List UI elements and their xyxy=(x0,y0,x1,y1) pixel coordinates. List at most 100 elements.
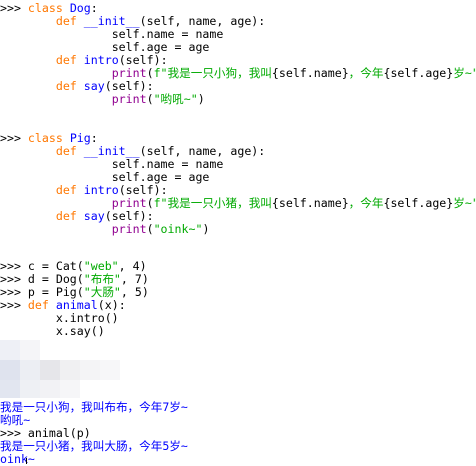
keyword-def: def xyxy=(55,15,77,28)
prompt: >>> xyxy=(0,299,28,312)
keyword-def: def xyxy=(27,299,49,312)
keyword-class: class xyxy=(27,132,63,145)
say-args: (self): xyxy=(104,80,154,93)
assign-age: self.age = age xyxy=(111,41,210,54)
string-literal: "哟吼~" xyxy=(153,93,198,106)
code-line-pig-assign-age: self.age = age xyxy=(0,171,476,184)
func-name-intro: intro xyxy=(83,184,119,197)
blur-block xyxy=(20,380,40,398)
builtin-print: print xyxy=(111,67,147,80)
redacted-region xyxy=(0,340,190,398)
output-dog-intro: 我是一只小狗，我叫布布，今年7岁~ xyxy=(0,401,188,414)
blur-block xyxy=(0,340,20,360)
close-paren: ) xyxy=(202,223,210,236)
code-line-dog-intro-print: print(f"我是一只小狗，我叫{self.name}，今年{self.age… xyxy=(0,67,476,80)
assign-lhs: d = Dog( xyxy=(27,273,84,286)
code-line-dog-init: def __init__(self, name, age): xyxy=(0,15,476,28)
close-paren: ) xyxy=(197,93,205,106)
code-line-animal-body1: x.intro() xyxy=(0,312,476,325)
string-literal: "大肠" xyxy=(83,286,121,299)
assign-rest: , 4) xyxy=(118,260,147,273)
keyword-def: def xyxy=(55,184,77,197)
func-name-animal: animal xyxy=(55,299,98,312)
blur-block xyxy=(40,380,60,398)
call-animal-p: animal(p) xyxy=(27,427,91,440)
prompt: >>> xyxy=(0,286,28,299)
colon: : xyxy=(90,132,98,145)
prompt: >>> xyxy=(0,132,28,145)
colon: : xyxy=(90,2,98,15)
blur-block xyxy=(40,360,60,380)
animal-body-intro: x.intro() xyxy=(55,312,119,325)
blur-block xyxy=(0,380,20,398)
assign-lhs: p = Pig( xyxy=(27,286,84,299)
animal-body-say: x.say() xyxy=(55,325,105,338)
code-line-call-animal: >>> animal(p) xyxy=(0,427,476,440)
prompt: >>> xyxy=(0,260,28,273)
code-line-dog-say-def: def say(self): xyxy=(0,80,476,93)
code-line-assign-p: >>> p = Pig("大肠", 5) xyxy=(0,286,476,299)
func-name-init: __init__ xyxy=(83,15,140,28)
prompt: >>> xyxy=(0,2,28,15)
intro-args: (self): xyxy=(118,54,168,67)
code-line-dog-assign-name: self.name = name xyxy=(0,28,476,41)
class-name-dog: Dog xyxy=(69,2,91,15)
assign-rest: , 7) xyxy=(120,273,149,286)
builtin-print: print xyxy=(111,93,147,106)
code-line-class-pig: >>> class Pig: xyxy=(0,132,476,145)
code-line-pig-assign-name: self.name = name xyxy=(0,158,476,171)
string-literal: 岁~" xyxy=(453,67,476,80)
keyword-class: class xyxy=(27,2,63,15)
prompt: >>> xyxy=(0,273,28,286)
string-literal: 岁~" xyxy=(453,197,476,210)
blur-block xyxy=(20,340,40,360)
code-line-animal-def: >>> def animal(x): xyxy=(0,299,476,312)
string-literal: ，今年 xyxy=(348,197,384,210)
code-line-animal-body2: x.say() xyxy=(0,325,476,338)
string-literal: "oink~" xyxy=(153,223,203,236)
code-line-pig-say-print: print("oink~") xyxy=(111,223,210,236)
func-name-say: say xyxy=(83,210,105,223)
animal-args: (x): xyxy=(97,299,126,312)
code-line-pig-intro-def: def intro(self): xyxy=(0,184,476,197)
keyword-def: def xyxy=(55,54,77,67)
assign-rest: , 5) xyxy=(120,286,149,299)
output-dog-say: 哟吼~ xyxy=(0,414,31,427)
output-pig-intro: 我是一只小猪，我叫大肠，今年5岁~ xyxy=(0,440,188,453)
func-name-intro: intro xyxy=(83,54,119,67)
blur-block xyxy=(80,360,100,380)
blur-block xyxy=(0,360,20,380)
intro-args: (self): xyxy=(118,184,168,197)
init-args: (self, name, age): xyxy=(139,15,266,28)
string-literal: f"我是一只小猪，我叫 xyxy=(153,197,272,210)
builtin-print: print xyxy=(111,223,147,236)
string-literal: f"我是一只小狗，我叫 xyxy=(153,67,272,80)
code-line-assign-d: >>> d = Dog("布布", 7) xyxy=(0,273,476,286)
builtin-print: print xyxy=(111,197,147,210)
assign-name: self.name = name xyxy=(111,28,224,41)
blur-block xyxy=(60,360,80,380)
assign-age: self.age = age xyxy=(111,171,210,184)
say-args: (self): xyxy=(104,210,154,223)
assign-lhs: c = Cat( xyxy=(27,260,84,273)
prompt: >>> xyxy=(0,427,28,440)
code-line-dog-assign-age: self.age = age xyxy=(0,41,476,54)
string-literal: "布布" xyxy=(83,273,121,286)
fstring-expr-name: {self.name} xyxy=(271,197,349,210)
code-line-pig-init: def __init__(self, name, age): xyxy=(0,145,476,158)
code-line-pig-say-def: def say(self): xyxy=(0,210,476,223)
code-line-dog-say-print: print("哟吼~") xyxy=(111,93,205,106)
blur-block xyxy=(60,380,80,398)
code-line-dog-intro-def: def intro(self): xyxy=(0,54,476,67)
code-line-assign-c: >>> c = Cat("web", 4) xyxy=(0,260,476,273)
string-literal: ，今年 xyxy=(348,67,384,80)
output-pig-say: oink~ xyxy=(0,453,35,466)
code-line-pig-intro-print: print(f"我是一只小猪，我叫{self.name}，今年{self.age… xyxy=(0,197,476,210)
func-name-say: say xyxy=(83,80,105,93)
func-name-init: __init__ xyxy=(83,145,140,158)
keyword-def: def xyxy=(55,145,77,158)
assign-name: self.name = name xyxy=(111,158,224,171)
text-cursor[interactable] xyxy=(26,458,27,464)
fstring-expr-age: {self.age} xyxy=(383,67,454,80)
class-name-pig: Pig xyxy=(69,132,91,145)
